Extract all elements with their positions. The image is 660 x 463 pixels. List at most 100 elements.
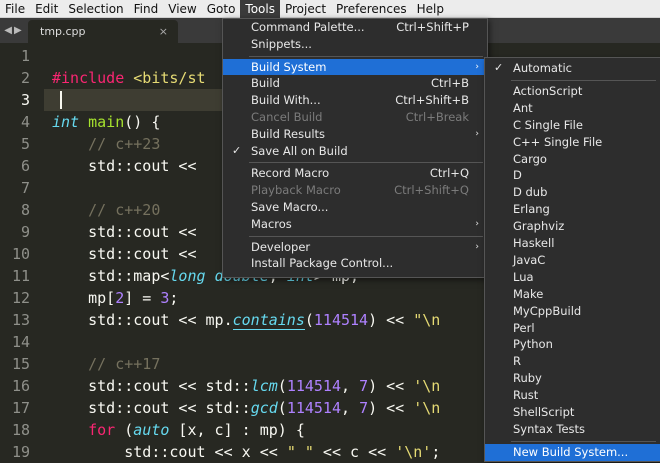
menu-item-playback-macro: Playback Macro Ctrl+Shift+Q [223, 182, 487, 199]
menu-item-label: Ruby [513, 371, 542, 386]
code-token: ; [431, 443, 441, 461]
close-icon[interactable]: × [159, 20, 168, 43]
line-number: 11 [11, 267, 30, 285]
code-token: mp[ [52, 289, 116, 307]
menu-item-erlang[interactable]: Erlang [485, 201, 660, 218]
code-line: #include <bits/st [52, 67, 206, 89]
menu-item-label: Ant [513, 100, 533, 115]
menu-edit[interactable]: Edit [30, 0, 63, 18]
menu-item-rust[interactable]: Rust [485, 387, 660, 404]
code-token: int [52, 113, 80, 131]
menu-item-label: Erlang [513, 202, 550, 217]
menu-item-c-single-file[interactable]: C Single File [485, 117, 660, 134]
menu-item-record-macro[interactable]: Record Macro Ctrl+Q [223, 165, 487, 182]
code-token: '\n [413, 377, 441, 395]
menu-item-shortcut: Ctrl+Shift+Q [394, 183, 469, 198]
menu-bar: File Edit Selection Find View Goto Tools Projec… [0, 0, 660, 18]
check-icon: ✓ [232, 143, 242, 157]
menu-item-build[interactable]: Build Ctrl+B [223, 75, 487, 92]
menu-selection[interactable]: Selection [63, 0, 128, 18]
menu-item-macros[interactable]: Macros › [223, 216, 487, 233]
tab-tmp-cpp[interactable]: tmp.cpp × [28, 20, 178, 43]
code-token: contains [232, 311, 305, 330]
menu-tools[interactable]: Tools [240, 0, 280, 18]
code-token: '\n [413, 399, 441, 417]
code-token: ( [115, 421, 134, 439]
menu-item-new-build-system[interactable]: New Build System... [485, 443, 660, 461]
code-line: int main() { [52, 111, 160, 133]
menu-item-ruby[interactable]: Ruby [485, 370, 660, 387]
menu-item-label: Rust [513, 388, 539, 403]
code-token: std::cout << std:: [52, 399, 251, 417]
menu-item-d[interactable]: D [485, 167, 660, 184]
menu-item-cancel-build: Cancel Build Ctrl+Break [223, 109, 487, 126]
menu-goto[interactable]: Goto [202, 0, 241, 18]
menu-item-label: C++ Single File [513, 134, 603, 149]
code-token: gcd [250, 399, 278, 417]
menu-item-build-system[interactable]: Build System › [223, 58, 487, 76]
menu-view[interactable]: View [163, 0, 201, 18]
menu-project[interactable]: Project [280, 0, 331, 18]
menu-item-make[interactable]: Make [485, 286, 660, 303]
menu-item-label: Haskell [513, 236, 555, 250]
line-number: 17 [11, 399, 30, 417]
menu-item-label: Syntax Tests [513, 421, 586, 436]
code-token: main [88, 113, 125, 131]
menu-item-label: Save All on Build [251, 143, 348, 158]
menu-item-label: Build [251, 76, 280, 91]
code-token: ) << [368, 311, 414, 329]
menu-item-shellscript[interactable]: ShellScript [485, 404, 660, 421]
menu-item-build-results[interactable]: Build Results › [223, 126, 487, 143]
code-token: ] = [124, 289, 161, 307]
menu-item-command-palette[interactable]: Command Palette... Ctrl+Shift+P [223, 19, 487, 36]
menu-item-mycppbuild[interactable]: MyCppBuild [485, 303, 660, 320]
menu-item-automatic[interactable]: ✓ Automatic [485, 60, 660, 77]
line-number: 4 [20, 113, 30, 131]
menu-item-ant[interactable]: Ant [485, 100, 660, 117]
menu-item-syntax-tests[interactable]: Syntax Tests [485, 421, 660, 438]
menu-item-python[interactable]: Python [485, 336, 660, 353]
menu-item-cargo[interactable]: Cargo [485, 151, 660, 168]
menu-item-label: Lua [513, 269, 534, 284]
code-token: <bits/st [133, 69, 206, 87]
code-line: std::cout << [52, 243, 206, 265]
menu-item-javac[interactable]: JavaC [485, 252, 660, 269]
code-token: << c << [313, 443, 396, 461]
menu-item-install-package-control[interactable]: Install Package Control... [223, 255, 487, 272]
menu-item-developer[interactable]: Developer › [223, 239, 487, 256]
menu-item-shortcut: Ctrl+Shift+B [395, 93, 469, 108]
menu-separator [511, 79, 656, 81]
menu-item-actionscript[interactable]: ActionScript [485, 83, 660, 100]
menu-preferences[interactable]: Preferences [331, 0, 412, 18]
menu-item-c++-single-file[interactable]: C++ Single File [485, 134, 660, 151]
menu-item-perl[interactable]: Perl [485, 320, 660, 337]
code-token: // c++20 [88, 201, 161, 219]
menu-item-label: Build With... [251, 93, 321, 108]
code-token: std::cout << x << [52, 443, 287, 461]
menu-item-build-with[interactable]: Build With... Ctrl+Shift+B [223, 92, 487, 109]
code-token: std::cout << [52, 223, 206, 241]
code-token: ; [169, 289, 179, 307]
menu-item-r[interactable]: R [485, 353, 660, 370]
menu-item-haskell[interactable]: Haskell [485, 235, 660, 252]
menu-item-shortcut: Ctrl+Shift+P [396, 20, 469, 34]
menu-item-snippets[interactable]: Snippets... [223, 36, 487, 53]
menu-item-label: D dub [513, 185, 548, 200]
code-token: '\n' [395, 443, 432, 461]
menu-item-lua[interactable]: Lua [485, 269, 660, 286]
menu-item-graphviz[interactable]: Graphviz [485, 218, 660, 235]
code-line: mp[2] = 3; [52, 287, 178, 309]
menu-item-label: C Single File [513, 117, 583, 132]
code-token: for [88, 421, 116, 439]
code-token: " " [286, 443, 314, 461]
check-icon: ✓ [494, 61, 504, 74]
menu-file[interactable]: File [0, 0, 30, 18]
menu-item-save-macro[interactable]: Save Macro... [223, 199, 487, 216]
menu-find[interactable]: Find [129, 0, 164, 18]
menu-item-d-dub[interactable]: D dub [485, 184, 660, 201]
menu-item-save-all-on-build[interactable]: ✓ Save All on Build [223, 143, 487, 160]
menu-separator [249, 162, 483, 164]
menu-help[interactable]: Help [412, 0, 449, 18]
tab-nav-arrows[interactable]: ◀▶ [0, 18, 28, 43]
code-line: for (auto [x, c] : mp) { [52, 419, 305, 441]
